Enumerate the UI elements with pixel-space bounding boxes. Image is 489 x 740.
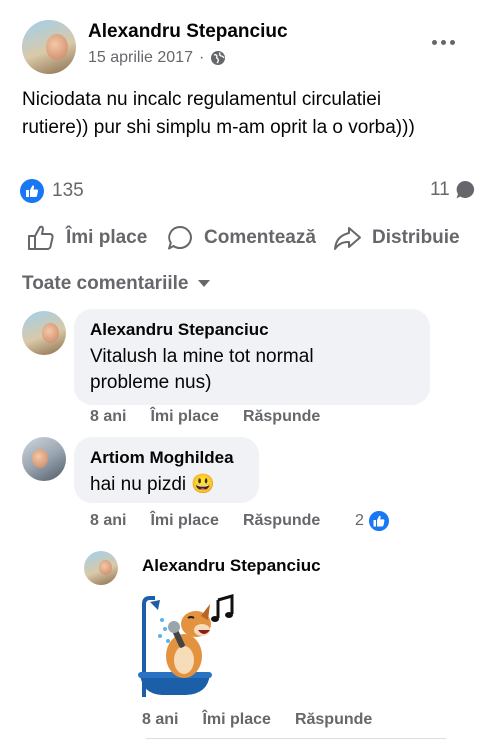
likes-count: 135 [52,180,84,201]
like-button[interactable]: Îmi place [26,224,147,252]
like-reaction-icon [20,179,44,203]
comment-actions: 8 ani Îmi place Răspunde [90,408,320,426]
reply-author-name[interactable]: Alexandru Stepanciuc [142,556,321,576]
comment-reactions[interactable]: 2 [355,509,391,533]
share-button-label: Distribuie [372,227,460,248]
post-meta: 15 aprilie 2017 · [88,49,226,67]
comment-time: 8 ani [90,512,127,529]
meta-separator: · [198,49,205,66]
share-icon [334,227,361,250]
comment-bubble-icon [456,180,474,199]
post-author-name[interactable]: Alexandru Stepanciuc [88,21,288,43]
dog-shower-sticker[interactable] [138,594,238,704]
comments-summary[interactable]: 11 [430,179,476,201]
comment-reply-button[interactable]: Răspunde [243,512,320,530]
reply-actions: 8 ani Îmi place Răspunde [142,711,372,729]
reply-like-button[interactable]: Îmi place [202,711,270,729]
comment-reply-button[interactable]: Răspunde [243,408,320,426]
comment-button-label: Comentează [204,227,316,248]
caret-down-icon [198,280,211,287]
comment-like-button[interactable]: Îmi place [150,512,218,530]
comment-button[interactable]: Comentează [166,224,316,252]
thumbs-up-icon [28,225,54,250]
comments-count: 11 [430,179,450,200]
comment-text: hai nu pizdi 😃 [90,474,216,495]
like-button-label: Îmi place [66,227,148,248]
more-icon-dot [450,39,455,45]
more-icon-dot [441,39,446,45]
post-text-line: rutiere)) pur shi simplu m-am oprit la o… [22,117,415,138]
comment-bubble: Artiom Moghildea hai nu pizdi 😃 [74,437,259,503]
comment-text: Vitalush la mine tot normal probleme nus… [90,344,314,396]
share-button[interactable]: Distribuie [332,224,460,252]
comment-text-line: Vitalush la mine tot normal [90,346,314,367]
comment-icon [168,226,192,250]
post-text: Niciodata nu incalc regulamentul circula… [22,86,482,142]
comment-reactions-count: 2 [355,512,364,529]
post-date[interactable]: 15 aprilie 2017 [88,49,193,67]
comment-author-name[interactable]: Artiom Moghildea [90,448,234,468]
comment-author-name[interactable]: Alexandru Stepanciuc [90,320,269,340]
comments-filter-dropdown[interactable]: Toate comentariile [22,273,211,295]
like-reaction-icon [366,509,391,533]
reply-reply-button[interactable]: Răspunde [295,711,372,729]
bottom-divider [146,738,446,739]
comments-filter-label: Toate comentariile [22,273,189,294]
globe-icon [211,51,226,65]
comment-bubble: Alexandru Stepanciuc Vitalush la mine to… [74,309,430,405]
reply-author-avatar[interactable] [84,551,118,585]
comment-text-line: probleme nus) [90,372,212,393]
reply-time: 8 ani [142,711,179,728]
comment-author-avatar[interactable] [22,437,66,481]
comment-like-button[interactable]: Îmi place [150,408,218,426]
comment-author-avatar[interactable] [22,311,66,355]
sticker-image [138,594,234,697]
more-options-button[interactable] [432,36,460,48]
more-icon-dot [432,39,437,45]
post-author-avatar[interactable] [22,20,76,74]
comment-time: 8 ani [90,408,127,425]
reactions-summary[interactable]: 135 [20,179,84,203]
comment-actions: 8 ani Îmi place Răspunde [90,512,320,530]
post-text-line: Niciodata nu incalc regulamentul circula… [22,89,382,110]
